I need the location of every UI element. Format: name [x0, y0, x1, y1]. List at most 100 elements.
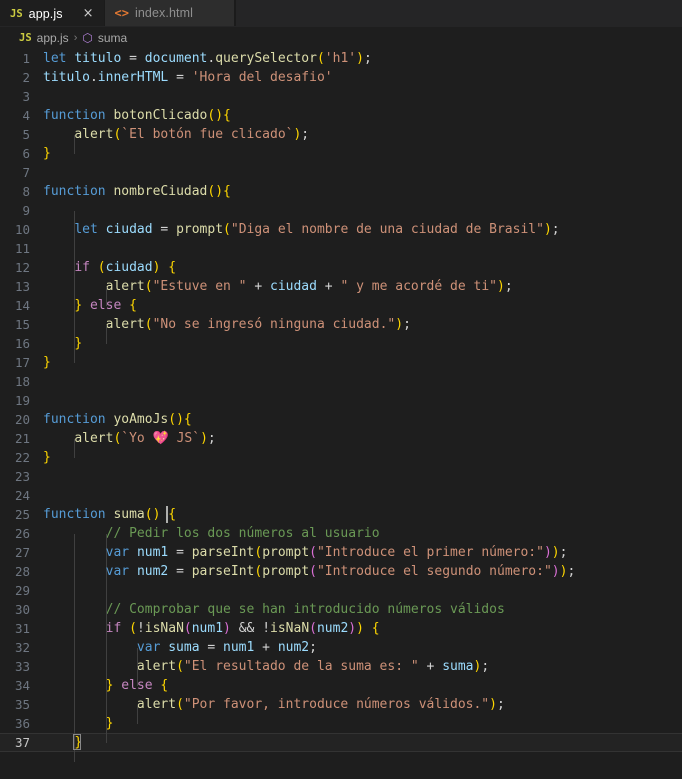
code-line[interactable]: 13 alert("Estuve en " + ciudad + " y me …: [0, 277, 682, 306]
code-line[interactable]: 15 alert("No se ingresó ninguna ciudad."…: [0, 315, 682, 344]
code-line[interactable]: 31 if (!isNaN(num1) && !isNaN(num2)) {: [0, 619, 682, 648]
code-text[interactable]: // Comprobar que se han introducido núme…: [42, 600, 505, 629]
code-text[interactable]: function yoAmoJs(){: [42, 410, 192, 429]
code-line[interactable]: 32 var suma = num1 + num2;: [0, 638, 682, 667]
code-line[interactable]: 24: [0, 486, 682, 505]
line-number: 7: [22, 165, 30, 180]
code-line[interactable]: 16 }: [0, 334, 682, 363]
code-text[interactable]: [42, 87, 43, 106]
editor-tab-bar: JS app.js × <> index.html ×: [0, 0, 682, 27]
code-text[interactable]: [42, 486, 43, 505]
code-text[interactable]: alert("El resultado de la suma es: " + s…: [42, 657, 489, 686]
code-text[interactable]: if (!isNaN(num1) && !isNaN(num2)) {: [42, 619, 380, 648]
code-text[interactable]: alert("No se ingresó ninguna ciudad.");: [42, 315, 411, 344]
tab-index-html[interactable]: <> index.html ×: [104, 0, 235, 26]
line-number: 32: [14, 640, 30, 655]
code-text[interactable]: } else {: [42, 676, 168, 705]
code-line[interactable]: 29: [0, 581, 682, 610]
chevron-right-icon: ›: [73, 32, 78, 44]
code-line[interactable]: 10 let ciudad = prompt("Diga el nombre d…: [0, 220, 682, 249]
code-text[interactable]: [42, 201, 76, 230]
code-text[interactable]: }: [42, 714, 113, 743]
code-line[interactable]: 9: [0, 201, 682, 230]
line-number: 13: [14, 279, 30, 294]
code-line[interactable]: 23: [0, 467, 682, 486]
line-number: 36: [14, 716, 30, 731]
code-line[interactable]: 17}: [0, 353, 682, 372]
line-number: 1: [22, 51, 30, 66]
code-text[interactable]: var suma = num1 + num2;: [42, 638, 317, 667]
line-number: 3: [22, 89, 30, 104]
breadcrumb-item-symbol[interactable]: suma: [98, 31, 127, 45]
code-text[interactable]: [42, 372, 43, 391]
code-line[interactable]: 6}: [0, 144, 682, 163]
code-line[interactable]: 2 titulo.innerHTML = 'Hora del desafio': [0, 68, 682, 87]
code-text[interactable]: [42, 163, 43, 182]
line-number: 20: [14, 412, 30, 427]
code-line[interactable]: 4 function botonClicado(){: [0, 106, 682, 125]
line-number: 22: [14, 450, 30, 465]
code-line[interactable]: 20 function yoAmoJs(){: [0, 410, 682, 429]
code-text[interactable]: [42, 391, 43, 410]
line-number: 14: [14, 298, 30, 313]
code-line[interactable]: 22}: [0, 448, 682, 467]
tab-app-js[interactable]: JS app.js ×: [0, 0, 105, 26]
code-line[interactable]: 34 } else {: [0, 676, 682, 705]
line-number: 4: [22, 108, 30, 123]
code-line[interactable]: 14 } else {: [0, 296, 682, 325]
code-text[interactable]: alert(`Yo 💖 JS`);: [42, 429, 216, 458]
code-editor[interactable]: 1 let titulo = document.querySelector('h1…: [0, 49, 682, 779]
code-line[interactable]: 33 alert("El resultado de la suma es: " …: [0, 657, 682, 686]
code-text[interactable]: let ciudad = prompt("Diga el nombre de u…: [42, 220, 560, 249]
line-number: 9: [22, 203, 30, 218]
code-text[interactable]: function suma() {: [42, 505, 176, 524]
code-line[interactable]: 26 // Pedir los dos números al usuario: [0, 524, 682, 553]
code-line[interactable]: 3: [0, 87, 682, 106]
code-line[interactable]: 8 function nombreCiudad(){: [0, 182, 682, 201]
code-text[interactable]: [42, 467, 43, 486]
code-line[interactable]: 12 if (ciudad) {: [0, 258, 682, 287]
code-line[interactable]: 1 let titulo = document.querySelector('h1…: [0, 49, 682, 68]
code-text[interactable]: alert("Estuve en " + ciudad + " y me aco…: [42, 277, 513, 306]
code-line[interactable]: 11: [0, 239, 682, 268]
code-text[interactable]: } else {: [42, 296, 137, 325]
tab-bar-empty-area: [234, 0, 682, 26]
code-line[interactable]: 37 }: [0, 733, 682, 762]
code-line[interactable]: 21 alert(`Yo 💖 JS`);: [0, 429, 682, 458]
line-number: 5: [22, 127, 30, 142]
code-text[interactable]: titulo.innerHTML = 'Hora del desafio': [42, 68, 333, 87]
code-text[interactable]: if (ciudad) {: [42, 258, 176, 287]
code-text[interactable]: let titulo = document.querySelector('h1'…: [42, 49, 372, 68]
code-text[interactable]: }: [42, 353, 51, 372]
code-text[interactable]: // Pedir los dos números al usuario: [42, 524, 380, 553]
code-text[interactable]: var num2 = parseInt(prompt("Introduce el…: [42, 562, 575, 591]
code-text[interactable]: [42, 581, 107, 610]
code-text[interactable]: function nombreCiudad(){: [42, 182, 231, 201]
code-text[interactable]: alert("Por favor, introduce números váli…: [42, 695, 505, 724]
code-line[interactable]: 18: [0, 372, 682, 391]
code-line[interactable]: 30 // Comprobar que se han introducido n…: [0, 600, 682, 629]
code-line[interactable]: 19: [0, 391, 682, 410]
code-line[interactable]: 5 alert(`El botón fue clicado`);: [0, 125, 682, 154]
code-text[interactable]: }: [42, 733, 82, 762]
line-number: 17: [14, 355, 30, 370]
line-number: 30: [14, 602, 30, 617]
code-line[interactable]: 28 var num2 = parseInt(prompt("Introduce…: [0, 562, 682, 591]
line-number: 11: [14, 241, 30, 256]
close-icon[interactable]: ×: [83, 7, 94, 20]
line-number: 33: [14, 659, 30, 674]
code-line[interactable]: 25 function suma() {: [0, 505, 682, 524]
code-text[interactable]: }: [42, 334, 82, 363]
line-number: 23: [14, 469, 30, 484]
code-text[interactable]: }: [42, 448, 51, 467]
code-text[interactable]: alert(`El botón fue clicado`);: [42, 125, 309, 154]
breadcrumb-item-file[interactable]: app.js: [37, 31, 69, 45]
code-line[interactable]: 35 alert("Por favor, introduce números v…: [0, 695, 682, 724]
code-text[interactable]: [42, 239, 76, 268]
code-text[interactable]: var num1 = parseInt(prompt("Introduce el…: [42, 543, 567, 572]
code-line[interactable]: 7: [0, 163, 682, 182]
code-text[interactable]: }: [42, 144, 51, 163]
code-text[interactable]: function botonClicado(){: [42, 106, 231, 125]
code-line[interactable]: 27 var num1 = parseInt(prompt("Introduce…: [0, 543, 682, 572]
code-line[interactable]: 36 }: [0, 714, 682, 743]
